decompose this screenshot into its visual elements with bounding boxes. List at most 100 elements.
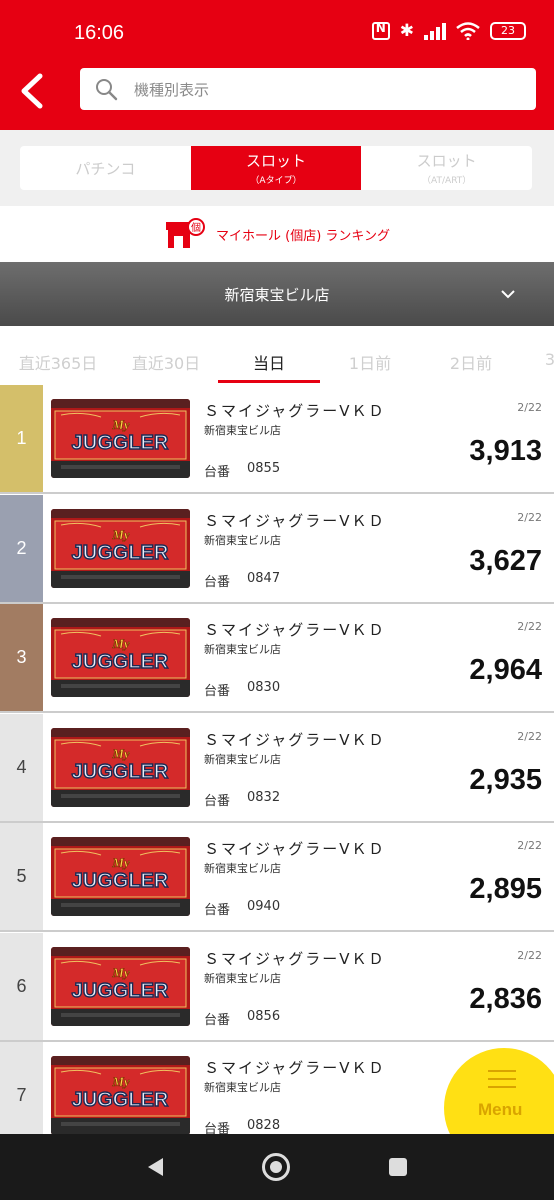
store-name: 新宿東宝ビル店 <box>224 286 330 304</box>
unit-number: 0856 <box>247 1008 281 1024</box>
chevron-down-icon <box>501 290 515 299</box>
tab-3-days-ago[interactable]: 3 <box>500 350 554 369</box>
thumbnail-logo-main: JUGGLER <box>72 761 169 783</box>
battery-icon: 23 <box>490 22 526 40</box>
category-segment: パチンコ スロット （Aタイプ） スロット （AT/ART） <box>20 146 532 190</box>
search-input[interactable]: 機種別表示 <box>80 68 536 110</box>
segment-label: スロット <box>416 152 477 170</box>
nfc-icon <box>371 21 390 40</box>
unit-number-label: 台番 <box>204 465 231 480</box>
my-hall-ranking-link[interactable]: 個 マイホール (個店) ランキング <box>0 206 554 262</box>
machine-store: 新宿東宝ビル店 <box>204 424 281 437</box>
rank-number: 3 <box>0 604 43 711</box>
back-button[interactable] <box>16 72 50 110</box>
ranking-date: 2/22 <box>517 401 542 414</box>
bluetooth-icon: ✱ <box>399 21 414 41</box>
machine-name: ＳマイジャグラーⅤＫＤ <box>204 730 386 749</box>
ranking-row[interactable]: 4 My JUGGLER ＳマイジャグラーⅤＫＤ 新宿東宝ビル店 台番 0832… <box>0 713 554 823</box>
unit-number-label: 台番 <box>204 903 231 918</box>
segment-slot-at-art[interactable]: スロット （AT/ART） <box>361 146 532 190</box>
tab-1-day-ago[interactable]: 1日前 <box>320 350 420 374</box>
machine-store: 新宿東宝ビル店 <box>204 752 281 766</box>
tab-365-days[interactable]: 直近365日 <box>8 350 108 374</box>
nav-home-icon[interactable] <box>262 1153 290 1181</box>
unit-number: 0847 <box>247 570 281 586</box>
machine-thumbnail: My JUGGLER <box>51 399 190 478</box>
ranking-date: 2/22 <box>517 620 542 633</box>
ranking-value: 3,913 <box>469 435 542 467</box>
thumbnail-logo-top: My <box>111 527 130 542</box>
ranking-value: 2,836 <box>469 982 542 1015</box>
machine-thumbnail: My JUGGLER <box>51 618 190 697</box>
segment-label: パチンコ <box>75 159 136 178</box>
unit-number: 0830 <box>247 680 281 695</box>
unit-number: 0940 <box>247 899 281 914</box>
rank-number: 5 <box>0 823 43 930</box>
machine-thumbnail: My JUGGLER <box>51 1056 190 1135</box>
ranking-row[interactable]: 3 My JUGGLER ＳマイジャグラーⅤＫＤ 新宿東宝ビル店 台番 0830… <box>0 604 554 713</box>
rank-number: 6 <box>0 932 43 1040</box>
unit-number-label: 台番 <box>204 684 231 699</box>
machine-name: ＳマイジャグラーⅤＫＤ <box>204 840 386 858</box>
thumbnail-logo-top: My <box>111 1074 130 1089</box>
ranking-row[interactable]: 1 My JUGGLER ＳマイジャグラーⅤＫＤ 新宿東宝ビル店 台番 0855… <box>0 385 554 494</box>
my-hall-ranking-label: マイホール (個店) ランキング <box>215 228 391 244</box>
ranking-row[interactable]: 2 My JUGGLER ＳマイジャグラーⅤＫＤ 新宿東宝ビル店 台番 0847… <box>0 494 554 604</box>
thumbnail-logo-main: JUGGLER <box>72 870 169 892</box>
tab-today[interactable]: 当日 <box>219 350 319 374</box>
machine-thumbnail: My JUGGLER <box>51 946 190 1026</box>
category-segment-area: パチンコ スロット （Aタイプ） スロット （AT/ART） <box>0 130 554 206</box>
ranking-row[interactable]: 5 My JUGGLER ＳマイジャグラーⅤＫＤ 新宿東宝ビル店 台番 0940… <box>0 823 554 932</box>
nav-recents-icon[interactable] <box>389 1158 407 1176</box>
unit-number: 0855 <box>247 461 281 476</box>
ranking-date: 2/22 <box>517 729 542 743</box>
thumbnail-logo-main: JUGGLER <box>72 651 169 673</box>
machine-name: ＳマイジャグラーⅤＫＤ <box>204 1059 386 1077</box>
period-tabs: 直近365日 直近30日 当日 1日前 2日前 3 <box>0 326 554 386</box>
unit-number: 0828 <box>247 1118 281 1133</box>
tab-30-days[interactable]: 直近30日 <box>116 350 216 374</box>
segment-label: スロット <box>246 152 307 170</box>
machine-store: 新宿東宝ビル店 <box>204 1081 281 1094</box>
machine-name: ＳマイジャグラーⅤＫＤ <box>204 511 386 530</box>
rank-number: 2 <box>0 494 43 602</box>
machine-store: 新宿東宝ビル店 <box>204 643 281 656</box>
thumbnail-logo-main: JUGGLER <box>72 1089 169 1111</box>
status-bar: 16:06 ✱ 23 <box>0 0 554 66</box>
segment-sublabel: （Aタイプ） <box>250 176 302 186</box>
ranking-date: 2/22 <box>517 510 542 524</box>
ranking-row[interactable]: 6 My JUGGLER ＳマイジャグラーⅤＫＤ 新宿東宝ビル店 台番 0856… <box>0 932 554 1042</box>
thumbnail-logo-top: My <box>111 965 130 980</box>
ranking-value: 2,895 <box>469 873 542 905</box>
machine-store: 新宿東宝ビル店 <box>204 971 281 985</box>
ranking-value: 2,964 <box>469 654 542 686</box>
ranking-value: 3,627 <box>469 544 542 577</box>
machine-name: ＳマイジャグラーⅤＫＤ <box>204 402 386 420</box>
rank-number: 1 <box>0 385 43 492</box>
unit-number-label: 台番 <box>204 1012 231 1028</box>
unit-number-label: 台番 <box>204 793 231 809</box>
segment-pachinko[interactable]: パチンコ <box>20 146 191 190</box>
search-icon <box>96 79 118 101</box>
ranking-value: 2,935 <box>469 763 542 796</box>
ranking-date: 2/22 <box>517 948 542 962</box>
ranking-date: 2/22 <box>517 839 542 852</box>
status-icons: ✱ 23 <box>371 21 526 41</box>
machine-thumbnail: My JUGGLER <box>51 727 190 807</box>
unit-number-label: 台番 <box>204 574 231 590</box>
wifi-icon <box>456 22 480 40</box>
thumbnail-logo-top: My <box>111 636 130 651</box>
segment-slot-a-type[interactable]: スロット （Aタイプ） <box>190 146 362 190</box>
machine-name: ＳマイジャグラーⅤＫＤ <box>204 621 386 639</box>
unit-number: 0832 <box>247 789 281 805</box>
segment-sublabel: （AT/ART） <box>422 176 472 186</box>
store-selector[interactable]: 新宿東宝ビル店 <box>0 262 554 326</box>
machine-thumbnail: My JUGGLER <box>51 837 190 916</box>
machine-store: 新宿東宝ビル店 <box>204 862 281 875</box>
thumbnail-logo-top: My <box>111 746 130 761</box>
thumbnail-logo-main: JUGGLER <box>72 542 169 564</box>
nav-back-icon[interactable] <box>145 1156 165 1178</box>
thumbnail-logo-top: My <box>111 855 130 870</box>
thumbnail-logo-top: My <box>111 417 130 432</box>
thumbnail-logo-main: JUGGLER <box>72 432 169 454</box>
